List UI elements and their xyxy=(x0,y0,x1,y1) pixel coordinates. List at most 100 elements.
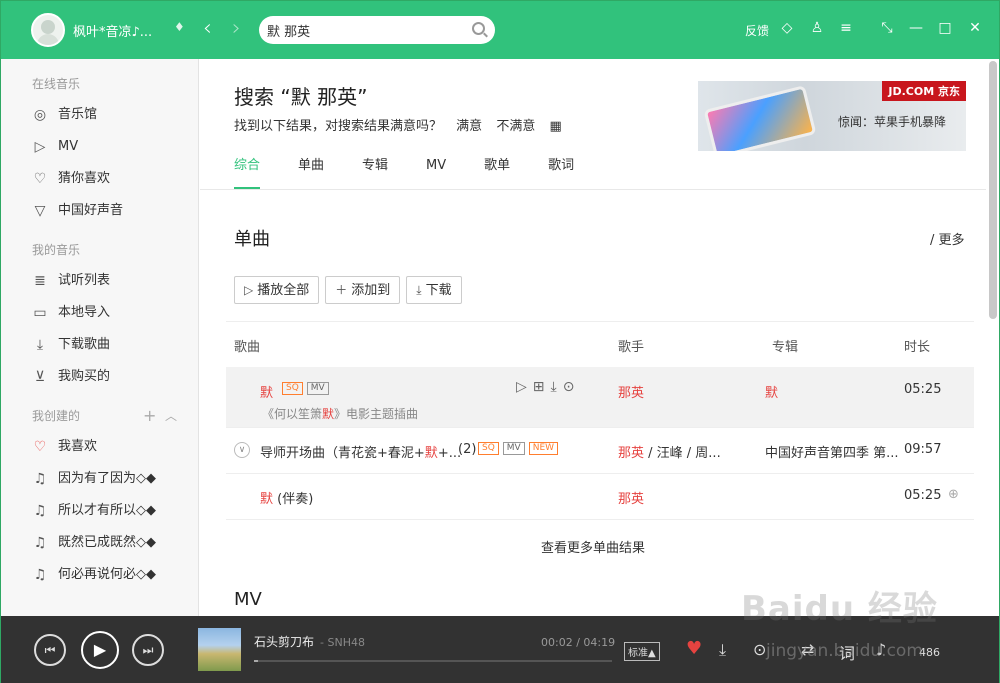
sidebar-item-music-hall[interactable]: ◎ 音乐馆 xyxy=(1,99,198,131)
song-subtitle: 《何以笙箫默》电影主题插曲 xyxy=(262,405,418,422)
sidebar-item-local[interactable]: ▭ 本地导入 xyxy=(1,297,198,329)
download-icon[interactable]: ⤓ xyxy=(719,640,726,660)
song-title[interactable]: 默 xyxy=(260,382,273,401)
add-icon[interactable]: ⊞ xyxy=(533,379,551,395)
download-label: 下载 xyxy=(425,283,452,298)
play-icon[interactable]: ▷ xyxy=(516,379,533,395)
sidebar-section-my: 我的音乐 xyxy=(32,243,81,257)
tab-songs[interactable]: 单曲 xyxy=(298,157,324,189)
skin-shirt-icon[interactable]: ♙ xyxy=(807,19,827,37)
album-cover[interactable] xyxy=(198,628,241,671)
feedback-link[interactable]: 反馈 xyxy=(745,22,769,39)
now-playing-title[interactable]: 石头剪刀布 xyxy=(254,635,314,649)
progress-bar[interactable] xyxy=(254,660,612,662)
title-highlight: 默 xyxy=(260,492,274,507)
main-scrollbar[interactable] xyxy=(989,61,997,319)
sidebar-section-created: 我创建的 + ︿ xyxy=(1,405,198,427)
song-title[interactable]: 默 (伴奏) xyxy=(260,488,313,507)
vip-diamond-icon[interactable]: ♦ xyxy=(174,20,185,34)
sidebar-item-playlist-4[interactable]: ♫ 何必再说何必◇◆ xyxy=(1,559,198,591)
song-duration: 09:57 xyxy=(904,442,942,457)
add-to-button[interactable]: ＋添加到 xyxy=(325,276,401,304)
satisfied-link[interactable]: 满意 xyxy=(456,119,482,134)
user-avatar[interactable] xyxy=(31,13,65,47)
menu-icon[interactable]: ≡ xyxy=(836,19,856,37)
sidebar-item-label: 我购买的 xyxy=(58,369,111,384)
mv-icon: ▷ xyxy=(34,139,46,155)
ad-text: 惊闻：苹果手机暴降 xyxy=(838,115,947,129)
sidebar-item-purchased[interactable]: ⊻ 我购买的 xyxy=(1,361,198,393)
sidebar-item-label: 何必再说何必◇◆ xyxy=(58,567,156,582)
download-button[interactable]: ⤓ 下载 xyxy=(406,276,462,304)
previous-button[interactable]: ⏮ xyxy=(34,634,66,666)
sidebar-item-guess[interactable]: ♡ 猜你喜欢 xyxy=(1,163,198,195)
search-icon[interactable] xyxy=(472,22,485,35)
mini-mode-icon[interactable]: ⤡ xyxy=(877,19,897,37)
sidebar-item-playlist-3[interactable]: ♫ 既然已成既然◇◆ xyxy=(1,527,198,559)
table-row[interactable]: 默 SQ MV ▷⊞⤓⊙ 《何以笙箫默》电影主题插曲 那英 默 05:25 xyxy=(226,367,974,428)
like-heart-icon[interactable]: ♥ xyxy=(686,638,702,659)
collapse-chevron-icon[interactable]: ︿ xyxy=(165,405,177,427)
singer-link[interactable]: 那英 xyxy=(618,488,644,507)
back-arrow-icon[interactable]: ‹ xyxy=(203,16,212,42)
song-title[interactable]: 导师开场曲（青花瓷+春泥+默+... xyxy=(260,442,461,461)
song-actions: ▷ 播放全部 ＋添加到 ⤓ 下载 xyxy=(234,276,468,304)
album-link[interactable]: 默 xyxy=(765,382,778,401)
baidu-watermark: Baidu 经验 xyxy=(741,589,938,629)
tab-playlists[interactable]: 歌单 xyxy=(484,157,510,189)
section-title-mv: MV xyxy=(234,589,262,610)
table-header: 歌曲 歌手 专辑 时长 xyxy=(226,321,974,367)
minimize-icon[interactable]: — xyxy=(906,19,926,37)
tab-lyrics[interactable]: 歌词 xyxy=(548,157,574,189)
sidebar-item-label: 音乐馆 xyxy=(58,107,98,122)
ad-banner[interactable]: JD.COM 京东 惊闻：苹果手机暴降 xyxy=(698,81,966,151)
view-more-songs-link[interactable]: 查看更多单曲结果 xyxy=(200,537,986,556)
table-row[interactable]: 默 (伴奏) 那英 05:25 ⊕ xyxy=(226,474,974,520)
sidebar-item-favorites[interactable]: ♡ 我喜欢 xyxy=(1,431,198,463)
unsatisfied-link[interactable]: 不满意 xyxy=(496,119,535,134)
singer-link[interactable]: 那英 xyxy=(618,382,644,401)
album-link[interactable]: 中国好声音第四季 第... xyxy=(765,442,899,461)
sidebar-item-voice[interactable]: ▽ 中国好声音 xyxy=(1,195,198,227)
song-badges: SQ MV xyxy=(278,381,329,396)
search-box[interactable] xyxy=(259,16,495,44)
globe-icon: ⊕ xyxy=(948,487,959,502)
username[interactable]: 枫叶*音凉♪... xyxy=(73,21,152,40)
voice-icon: ▽ xyxy=(34,203,46,219)
play-all-button[interactable]: ▷ 播放全部 xyxy=(234,276,320,304)
sidebar-item-label: 中国好声音 xyxy=(58,203,124,218)
mv-badge[interactable]: MV xyxy=(306,382,329,395)
search-input[interactable] xyxy=(267,20,457,40)
forward-arrow-icon[interactable]: › xyxy=(232,16,241,42)
qr-code-icon[interactable]: ▦ xyxy=(549,119,561,134)
maximize-icon[interactable]: □ xyxy=(935,19,955,37)
sidebar-item-mv[interactable]: ▷ MV xyxy=(1,131,198,163)
diamond-icon[interactable]: ◇ xyxy=(777,19,797,37)
more-icon[interactable]: ⊙ xyxy=(563,379,581,395)
tab-all[interactable]: 综合 xyxy=(234,157,261,189)
tab-mv[interactable]: MV xyxy=(426,157,446,189)
singers[interactable]: 那英 / 汪峰 / 周... xyxy=(618,442,721,461)
table-row[interactable]: ∨ 导师开场曲（青花瓷+春泥+默+... (2) SQ MV NEW 那英 / 汪峰… xyxy=(226,428,974,474)
sidebar-item-playlist-1[interactable]: ♫ 因为有了因为◇◆ xyxy=(1,463,198,495)
more-icon[interactable]: ⊙ xyxy=(753,640,766,659)
quality-selector[interactable]: 标准▲ xyxy=(624,642,660,661)
now-playing-artist[interactable]: - SNH48 xyxy=(320,636,365,649)
more-link[interactable]: / 更多 xyxy=(930,229,965,248)
expand-chevron-icon[interactable]: ∨ xyxy=(234,441,254,458)
play-button[interactable]: ▶ xyxy=(81,631,119,669)
download-icon[interactable]: ⤓ xyxy=(551,379,563,395)
sidebar-section-label: 我创建的 xyxy=(32,409,81,423)
close-icon[interactable]: ✕ xyxy=(965,19,985,37)
mv-badge[interactable]: MV xyxy=(502,442,525,455)
add-playlist-icon[interactable]: + xyxy=(143,405,156,427)
next-button[interactable]: ⏭ xyxy=(132,634,164,666)
sidebar-item-downloads[interactable]: ⤓ 下载歌曲 xyxy=(1,329,198,361)
tab-albums[interactable]: 专辑 xyxy=(362,157,388,189)
title-highlight: 默 xyxy=(424,446,438,461)
feedback-question: 找到以下结果，对搜索结果满意吗？ xyxy=(234,119,443,134)
quality-label: 标准 xyxy=(628,648,648,659)
sidebar-item-playlist[interactable]: ≣ 试听列表 xyxy=(1,265,198,297)
song-duration: 05:25 xyxy=(904,382,942,397)
sidebar-item-playlist-2[interactable]: ♫ 所以才有所以◇◆ xyxy=(1,495,198,527)
